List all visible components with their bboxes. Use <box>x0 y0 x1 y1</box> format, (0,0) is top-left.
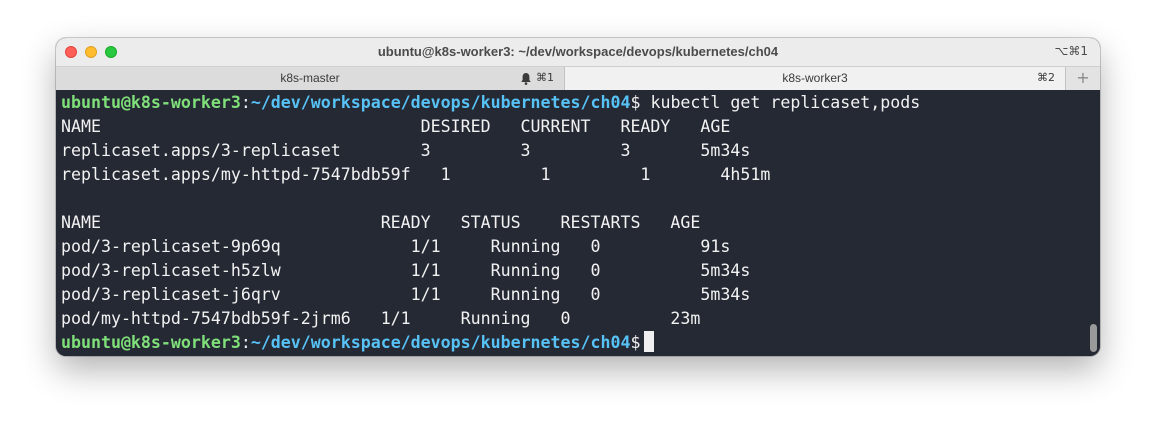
scrollbar-thumb[interactable] <box>1090 324 1097 352</box>
prompt-path: ~/dev/workspace/devops/kubernetes/ch04 <box>250 333 631 352</box>
tab-shortcut: ⌘2 <box>1037 71 1055 84</box>
pod-row: pod/3-replicaset-9p69q 1/1 Running 0 91s <box>61 237 731 256</box>
prompt-separator: : <box>240 333 251 352</box>
prompt-line: ubuntu@k8s-worker3:~/dev/workspace/devop… <box>61 331 920 355</box>
pod-row: pod/3-replicaset-h5zlw 1/1 Running 0 5m3… <box>61 261 751 280</box>
text-cursor <box>644 331 655 352</box>
terminal-text: ubuntu@k8s-worker3:~/dev/workspace/devop… <box>61 91 920 355</box>
replicaset-header: NAME DESIRED CURRENT READY AGE <box>61 117 731 136</box>
prompt-separator: : <box>240 93 251 112</box>
tab-label: k8s-worker3 <box>782 71 848 85</box>
title-bar[interactable]: ubuntu@k8s-worker3: ~/dev/workspace/devo… <box>56 38 1100 66</box>
tab-shortcut: ⌘1 <box>536 71 554 84</box>
prompt-symbol: $ <box>630 93 641 112</box>
bell-icon <box>521 73 531 85</box>
prompt-user-host: ubuntu@k8s-worker3 <box>61 93 241 112</box>
tab-k8s-worker3[interactable]: k8s-worker3 ⌘2 <box>565 67 1066 90</box>
new-tab-button[interactable]: + <box>1066 67 1100 90</box>
pod-row: pod/my-httpd-7547bdb59f-2jrm6 1/1 Runnin… <box>61 309 701 328</box>
terminal-output[interactable]: ubuntu@k8s-worker3:~/dev/workspace/devop… <box>56 90 1100 356</box>
prompt-symbol: $ <box>630 333 641 352</box>
replicaset-row: replicaset.apps/my-httpd-7547bdb59f 1 1 … <box>61 165 771 184</box>
tab-k8s-master[interactable]: k8s-master ⌘1 <box>56 67 565 90</box>
replicaset-row: replicaset.apps/3-replicaset 3 3 3 5m34s <box>61 141 751 160</box>
window-shortcut: ⌥⌘1 <box>1054 44 1088 58</box>
pods-header: NAME READY STATUS RESTARTS AGE <box>61 213 701 232</box>
prompt-line: ubuntu@k8s-worker3:~/dev/workspace/devop… <box>61 91 920 115</box>
pod-row: pod/3-replicaset-j6qrv 1/1 Running 0 5m3… <box>61 285 751 304</box>
prompt-path: ~/dev/workspace/devops/kubernetes/ch04 <box>250 93 631 112</box>
tab-bar: k8s-master ⌘1 k8s-worker3 ⌘2 + <box>56 66 1100 90</box>
terminal-window: ubuntu@k8s-worker3: ~/dev/workspace/devo… <box>56 38 1100 356</box>
command-text: kubectl get replicaset,pods <box>640 93 921 112</box>
window-title: ubuntu@k8s-worker3: ~/dev/workspace/devo… <box>377 44 779 59</box>
tab-label: k8s-master <box>280 71 340 85</box>
prompt-user-host: ubuntu@k8s-worker3 <box>61 333 241 352</box>
